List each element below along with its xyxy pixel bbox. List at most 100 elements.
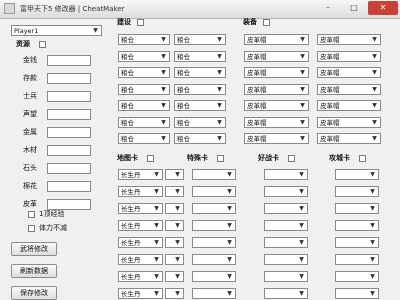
map-card-extra-select[interactable]: ▼ bbox=[165, 220, 184, 231]
war-card-select[interactable]: ▼ bbox=[264, 254, 308, 265]
chevron-down-icon: ▼ bbox=[299, 205, 304, 212]
resource-input[interactable] bbox=[47, 181, 91, 192]
map-card-select[interactable]: 长生丹 ▼ bbox=[118, 220, 163, 231]
war-card-select[interactable]: ▼ bbox=[264, 288, 308, 299]
equipment-select[interactable]: 皮革帽 ▼ bbox=[317, 100, 381, 111]
equipment-select[interactable]: 皮革帽 ▼ bbox=[244, 67, 309, 78]
building-select[interactable]: 粮仓 ▼ bbox=[118, 34, 170, 45]
map-card-select[interactable]: 长生丹 ▼ bbox=[118, 169, 163, 180]
building-select[interactable]: 粮仓 ▼ bbox=[174, 133, 226, 144]
building-select[interactable]: 粮仓 ▼ bbox=[174, 34, 226, 45]
resources-checkbox[interactable] bbox=[39, 41, 46, 48]
siege-card-select[interactable]: ▼ bbox=[335, 169, 379, 180]
building-select[interactable]: 粮仓 ▼ bbox=[174, 50, 226, 62]
maximize-button[interactable]: □ bbox=[342, 1, 366, 15]
siege-card-select[interactable]: ▼ bbox=[335, 203, 379, 214]
special-card-select[interactable]: ▼ bbox=[192, 271, 236, 282]
special-card-select[interactable]: ▼ bbox=[192, 203, 236, 214]
map-card-extra-select[interactable]: ▼ bbox=[165, 237, 184, 248]
resource-input[interactable] bbox=[47, 145, 91, 156]
siege-card-select[interactable]: ▼ bbox=[335, 254, 379, 265]
map-cards-checkbox[interactable] bbox=[147, 155, 154, 162]
special-cards-checkbox[interactable] bbox=[217, 155, 224, 162]
buildings-checkbox[interactable] bbox=[137, 19, 144, 26]
resource-input[interactable] bbox=[47, 91, 91, 102]
building-select[interactable]: 粮仓 ▼ bbox=[174, 83, 226, 95]
siege-cards-checkbox[interactable] bbox=[359, 155, 366, 162]
special-card-select[interactable]: ▼ bbox=[192, 254, 236, 265]
building-select[interactable]: 粮仓 ▼ bbox=[118, 116, 170, 128]
equipment-select[interactable]: 皮革帽 ▼ bbox=[317, 133, 381, 144]
chevron-down-icon: ▼ bbox=[217, 118, 222, 126]
save-button[interactable]: 保存修改 bbox=[11, 286, 57, 300]
building-select[interactable]: 粮仓 ▼ bbox=[118, 67, 170, 78]
war-card-select[interactable]: ▼ bbox=[264, 169, 308, 180]
map-card-extra-select[interactable]: ▼ bbox=[165, 288, 184, 299]
war-cards-checkbox[interactable] bbox=[288, 155, 295, 162]
resource-input[interactable] bbox=[47, 73, 91, 84]
map-card-extra-select[interactable]: ▼ bbox=[165, 203, 184, 214]
equipment-select[interactable]: 皮革帽 ▼ bbox=[317, 67, 381, 78]
equipment-select[interactable]: 皮革帽 ▼ bbox=[244, 100, 309, 111]
equipment-select-value: 皮革帽 bbox=[320, 36, 340, 44]
equipment-select[interactable]: 皮革帽 ▼ bbox=[244, 133, 309, 144]
building-select[interactable]: 粮仓 ▼ bbox=[174, 116, 226, 128]
player-select[interactable]: Player1 ▼ bbox=[11, 25, 102, 36]
equipment-select[interactable]: 皮革帽 ▼ bbox=[317, 116, 381, 128]
siege-card-select[interactable]: ▼ bbox=[335, 186, 379, 197]
chevron-down-icon: ▼ bbox=[300, 36, 305, 43]
war-card-select[interactable]: ▼ bbox=[264, 186, 308, 197]
equipment-select[interactable]: 皮革帽 ▼ bbox=[244, 83, 309, 95]
map-card-select[interactable]: 长生丹 ▼ bbox=[118, 186, 163, 197]
resource-input[interactable] bbox=[47, 163, 91, 174]
building-select[interactable]: 粮仓 ▼ bbox=[118, 100, 170, 111]
special-card-select[interactable]: ▼ bbox=[192, 220, 236, 231]
equipment-select[interactable]: 皮革帽 ▼ bbox=[317, 34, 381, 45]
siege-card-select[interactable]: ▼ bbox=[335, 220, 379, 231]
map-card-select[interactable]: 长生丹 ▼ bbox=[118, 271, 163, 282]
equipment-select[interactable]: 皮革帽 ▼ bbox=[244, 116, 309, 128]
map-card-extra-select[interactable]: ▼ bbox=[165, 169, 184, 180]
map-card-select[interactable]: 长生丹 ▼ bbox=[118, 237, 163, 248]
equipment-select[interactable]: 皮革帽 ▼ bbox=[317, 83, 381, 95]
chevron-down-icon: ▼ bbox=[154, 273, 159, 280]
war-card-select[interactable]: ▼ bbox=[264, 271, 308, 282]
map-card-select[interactable]: 长生丹 ▼ bbox=[118, 288, 163, 299]
building-select[interactable]: 粮仓 ▼ bbox=[174, 67, 226, 78]
siege-card-select[interactable]: ▼ bbox=[335, 237, 379, 248]
siege-card-select[interactable]: ▼ bbox=[335, 288, 379, 299]
building-select[interactable]: 粮仓 ▼ bbox=[118, 50, 170, 62]
special-card-select[interactable]: ▼ bbox=[192, 237, 236, 248]
minimize-button[interactable]: – bbox=[316, 1, 340, 15]
resource-input[interactable] bbox=[47, 55, 91, 66]
map-card-extra-select[interactable]: ▼ bbox=[165, 254, 184, 265]
map-card-extra-select[interactable]: ▼ bbox=[165, 271, 184, 282]
equipment-select[interactable]: 皮革帽 ▼ bbox=[244, 50, 309, 62]
war-card-select[interactable]: ▼ bbox=[264, 237, 308, 248]
chevron-down-icon: ▼ bbox=[175, 290, 180, 297]
resource-input[interactable] bbox=[47, 199, 91, 210]
one-hit-exp-checkbox[interactable] bbox=[28, 211, 35, 218]
stamina-unlimited-checkbox[interactable] bbox=[28, 225, 35, 232]
special-card-select[interactable]: ▼ bbox=[192, 186, 236, 197]
map-card-select[interactable]: 长生丹 ▼ bbox=[118, 203, 163, 214]
siege-card-select[interactable]: ▼ bbox=[335, 271, 379, 282]
equipment-select[interactable]: 皮革帽 ▼ bbox=[317, 50, 381, 62]
equipment-checkbox[interactable] bbox=[263, 19, 270, 26]
special-card-select[interactable]: ▼ bbox=[192, 288, 236, 299]
war-card-select[interactable]: ▼ bbox=[264, 203, 308, 214]
equipment-select[interactable]: 皮革帽 ▼ bbox=[244, 34, 309, 45]
building-select[interactable]: 粮仓 ▼ bbox=[118, 133, 170, 144]
resource-input[interactable] bbox=[47, 127, 91, 138]
refresh-button[interactable]: 刷新数据 bbox=[11, 264, 57, 278]
apply-button[interactable]: 武将修改 bbox=[11, 242, 57, 256]
war-card-select[interactable]: ▼ bbox=[264, 220, 308, 231]
chevron-down-icon: ▼ bbox=[299, 290, 304, 297]
close-button[interactable]: ✕ bbox=[368, 1, 398, 15]
resource-input[interactable] bbox=[47, 109, 91, 120]
map-card-select[interactable]: 长生丹 ▼ bbox=[118, 254, 163, 265]
building-select[interactable]: 粮仓 ▼ bbox=[118, 83, 170, 95]
special-card-select[interactable]: ▼ bbox=[192, 169, 236, 180]
map-card-extra-select[interactable]: ▼ bbox=[165, 186, 184, 197]
building-select[interactable]: 粮仓 ▼ bbox=[174, 100, 226, 111]
